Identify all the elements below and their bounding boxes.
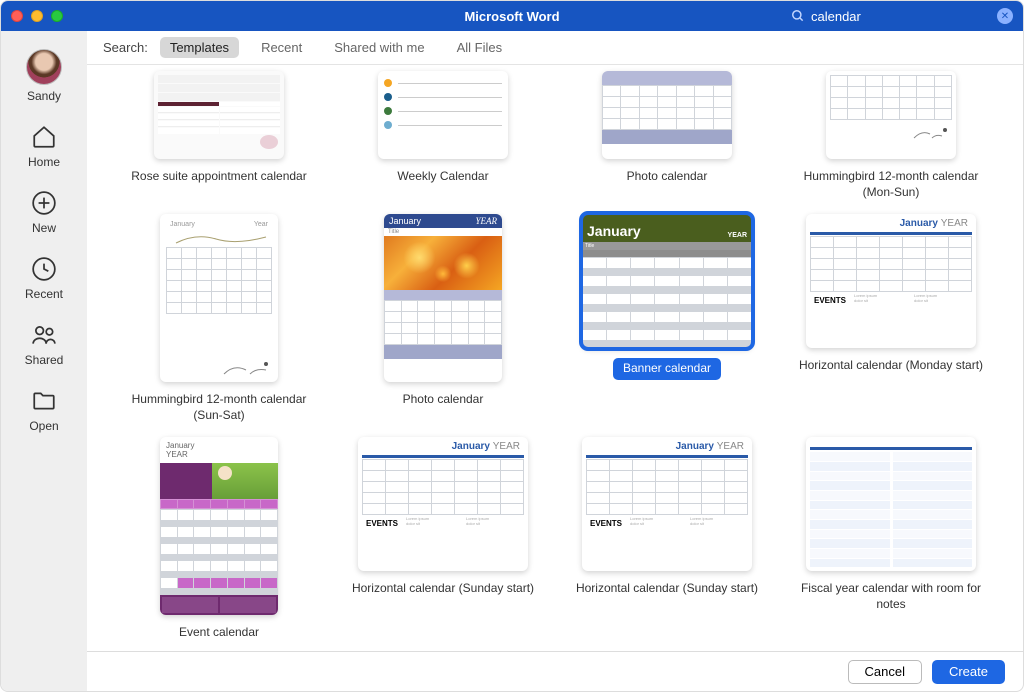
sidebar: Sandy Home New Recent Shared Open	[1, 31, 87, 691]
traffic-lights	[11, 10, 63, 22]
footer: Cancel Create	[87, 651, 1023, 691]
template-banner-calendar[interactable]: JanuaryYEAR Title	[582, 214, 752, 348]
sidebar-user[interactable]: Sandy	[26, 49, 62, 103]
template-label: Photo calendar	[627, 169, 708, 185]
template-label: Hummingbird 12-month calendar (Mon-Sun)	[791, 169, 991, 200]
template-fiscal-year[interactable]	[806, 437, 976, 571]
filter-recent[interactable]: Recent	[251, 37, 312, 58]
user-name-label: Sandy	[27, 89, 61, 103]
template-label: Hummingbird 12-month calendar (Sun-Sat)	[119, 392, 319, 423]
template-horizontal-monday[interactable]: January YEAR EVENTS Lorem ipsumdolor sit…	[806, 214, 976, 348]
template-rose-appointment[interactable]	[154, 71, 284, 159]
titlebar: Microsoft Word ✕	[1, 1, 1023, 31]
people-icon	[30, 321, 58, 349]
sidebar-item-home[interactable]: Home	[28, 123, 60, 169]
filter-allfiles[interactable]: All Files	[447, 37, 513, 58]
template-photo-cal-1[interactable]	[602, 71, 732, 159]
template-label-selected: Banner calendar	[613, 358, 721, 380]
window: Microsoft Word ✕ Sandy Home New Rece	[0, 0, 1024, 692]
template-label: Rose suite appointment calendar	[131, 169, 306, 185]
window-title: Microsoft Word	[464, 9, 559, 24]
search-input[interactable]	[811, 9, 991, 24]
template-photo-cal-2[interactable]: JanuaryYEAR Title	[384, 214, 502, 382]
cancel-button[interactable]: Cancel	[848, 660, 922, 684]
template-gallery: Rose suite appointment calendar Weekly C…	[87, 65, 1023, 651]
avatar	[26, 49, 62, 85]
create-button[interactable]: Create	[932, 660, 1005, 684]
sidebar-item-new[interactable]: New	[30, 189, 58, 235]
sidebar-item-recent[interactable]: Recent	[25, 255, 63, 301]
filter-label: Search:	[103, 40, 148, 55]
home-icon	[30, 123, 58, 151]
close-icon[interactable]	[11, 10, 23, 22]
template-label: Event calendar	[179, 625, 259, 641]
filter-shared[interactable]: Shared with me	[324, 37, 434, 58]
template-event-calendar[interactable]: JanuaryYEAR	[160, 437, 278, 615]
template-weekly[interactable]	[378, 71, 508, 159]
template-label: Weekly Calendar	[397, 169, 488, 185]
template-label: Photo calendar	[403, 392, 484, 408]
template-hummingbird-sun[interactable]: JanuaryYear	[160, 214, 278, 382]
sidebar-item-shared[interactable]: Shared	[25, 321, 64, 367]
folder-icon	[30, 387, 58, 415]
template-label: Fiscal year calendar with room for notes	[791, 581, 991, 612]
clear-search-icon[interactable]: ✕	[997, 8, 1013, 24]
template-label: Horizontal calendar (Sunday start)	[352, 581, 534, 597]
main: Search: Templates Recent Shared with me …	[87, 31, 1023, 691]
clock-icon	[30, 255, 58, 283]
maximize-icon[interactable]	[51, 10, 63, 22]
minimize-icon[interactable]	[31, 10, 43, 22]
template-label: Horizontal calendar (Monday start)	[799, 358, 983, 374]
template-horizontal-sunday-2[interactable]: January YEAR EVENTS Lorem ipsumdolor sit…	[582, 437, 752, 571]
plus-circle-icon	[30, 189, 58, 217]
search-icon	[791, 9, 805, 23]
filter-bar: Search: Templates Recent Shared with me …	[87, 31, 1023, 65]
template-label: Horizontal calendar (Sunday start)	[576, 581, 758, 597]
template-hummingbird-mon[interactable]	[826, 71, 956, 159]
sidebar-item-open[interactable]: Open	[29, 387, 58, 433]
search-field[interactable]: ✕	[791, 8, 1013, 24]
filter-templates[interactable]: Templates	[160, 37, 239, 58]
template-horizontal-sunday-1[interactable]: January YEAR EVENTS Lorem ipsumdolor sit…	[358, 437, 528, 571]
